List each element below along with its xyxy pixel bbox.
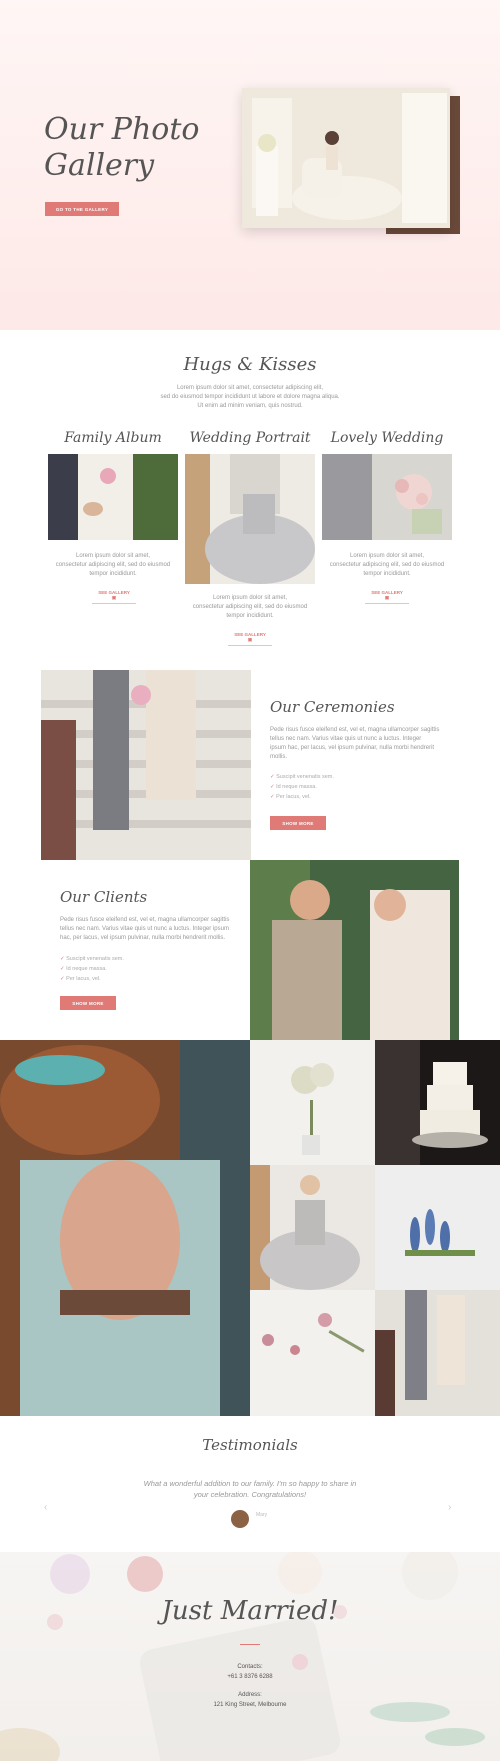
bride-back-lace-illustration xyxy=(0,1040,250,1416)
list-item: Suscipit venenatis sem. xyxy=(60,954,124,964)
footer-title: Just Married! xyxy=(161,1596,339,1626)
testimonial-author: Mary xyxy=(256,1512,268,1518)
floral-background-illustration xyxy=(0,1552,485,1761)
list-item: Per lacus, vel. xyxy=(60,974,124,984)
bride-on-chair-illustration xyxy=(242,88,450,228)
album-text-lovely: Lorem ipsum dolor sit amet, consectetur … xyxy=(329,553,445,577)
mosaic-large-photo[interactable] xyxy=(0,1040,250,1416)
clients-title: Our Clients xyxy=(60,888,148,906)
album-text-family: Lorem ipsum dolor sit amet, consectetur … xyxy=(55,553,171,577)
footer-phone: +61 3 8376 6288 xyxy=(227,1674,273,1680)
list-item: Suscipit venenatis sem. xyxy=(270,772,334,782)
ceremonies-text: Pede risus fusce eleifend est, vel et, m… xyxy=(270,727,440,760)
hugs-title: Hugs & Kisses xyxy=(183,354,317,375)
footer-address: 121 King Street, Melbourne xyxy=(213,1702,287,1708)
hugs-section: Hugs & Kisses Lorem ipsum dolor sit amet… xyxy=(0,330,500,660)
list-item: Id neque massa. xyxy=(270,782,334,792)
album-title-portrait: Wedding Portrait xyxy=(189,430,311,446)
footer-section: Just Married! Contacts: +61 3 8376 6288 … xyxy=(0,1552,500,1761)
clients-show-more-button[interactable]: SHOW MORE xyxy=(60,996,116,1010)
ceremonies-photo xyxy=(41,670,251,860)
hugs-text: Lorem ipsum dolor sit amet, consectetur … xyxy=(160,385,340,409)
ceremonies-list: Suscipit venenatis sem. Id neque massa. … xyxy=(270,772,334,802)
album-photo-lovely[interactable] xyxy=(322,454,452,540)
album-title-lovely: Lovely Wedding xyxy=(330,430,444,446)
testimonial-next-arrow-icon[interactable]: › xyxy=(448,1502,451,1513)
hero-section: Our Photo Gallery GO TO THE GALLERY xyxy=(0,0,500,330)
couple-on-stairs-illustration xyxy=(41,670,251,860)
mosaic-bride-photo[interactable] xyxy=(250,1165,375,1290)
testimonial-quote: What a wonderful addition to our family.… xyxy=(143,1479,357,1499)
ceremonies-title: Our Ceremonies xyxy=(270,698,395,716)
testimonial-prev-arrow-icon[interactable]: ‹ xyxy=(44,1502,47,1513)
groom-and-bride-illustration xyxy=(250,860,459,1040)
bouquet-illustration xyxy=(322,454,452,540)
go-to-gallery-button[interactable]: GO TO THE GALLERY xyxy=(45,202,119,216)
clients-text: Pede risus fusce eleifend est, vel et, m… xyxy=(60,917,230,941)
mosaic-flowers-photo[interactable] xyxy=(250,1040,375,1165)
footer-address-label: Address: xyxy=(238,1692,262,1698)
mosaic-petals-photo[interactable] xyxy=(250,1290,375,1416)
see-gallery-link-family[interactable]: SEE GALLERY ▣ xyxy=(92,588,136,604)
album-photo-portrait[interactable] xyxy=(185,454,315,584)
flower-vase-illustration xyxy=(250,1040,375,1165)
mosaic-hyacinth-photo[interactable] xyxy=(375,1165,500,1290)
testimonials-title: Testimonials xyxy=(202,1436,298,1454)
wedding-cake-illustration xyxy=(375,1040,500,1165)
mosaic-cake-photo[interactable] xyxy=(375,1040,500,1165)
clients-photo xyxy=(250,860,459,1040)
mosaic-stairs-photo[interactable] xyxy=(375,1290,500,1416)
bride-seated-illustration xyxy=(250,1165,375,1290)
camera-icon: ▣ xyxy=(111,595,117,600)
hero-photo xyxy=(242,88,450,228)
hyacinth-flowers-illustration xyxy=(375,1165,500,1290)
see-gallery-link-lovely[interactable]: SEE GALLERY ▣ xyxy=(365,588,409,604)
flat-lay-petals-illustration xyxy=(250,1290,375,1416)
avatar xyxy=(231,1510,249,1528)
list-item: Per lacus, vel. xyxy=(270,792,334,802)
camera-icon: ▣ xyxy=(247,637,253,642)
testimonials-section: Testimonials What a wonderful addition t… xyxy=(0,1416,500,1552)
see-gallery-link-portrait[interactable]: SEE GALLERY ▣ xyxy=(228,630,272,646)
album-text-portrait: Lorem ipsum dolor sit amet, consectetur … xyxy=(192,595,308,619)
ceremonies-show-more-button[interactable]: SHOW MORE xyxy=(270,816,326,830)
hero-title: Our Photo Gallery xyxy=(44,112,200,183)
bride-dress-illustration xyxy=(185,454,315,584)
footer-contact-label: Contacts: xyxy=(237,1664,263,1670)
couple-holding-hands-illustration xyxy=(48,454,178,540)
clients-list: Suscipit venenatis sem. Id neque massa. … xyxy=(60,954,124,984)
list-item: Id neque massa. xyxy=(60,964,124,974)
footer-divider xyxy=(240,1644,260,1645)
album-title-family: Family Album xyxy=(64,430,162,446)
album-photo-family[interactable] xyxy=(48,454,178,540)
couple-stairs-small-illustration xyxy=(375,1290,500,1416)
camera-icon: ▣ xyxy=(384,595,390,600)
